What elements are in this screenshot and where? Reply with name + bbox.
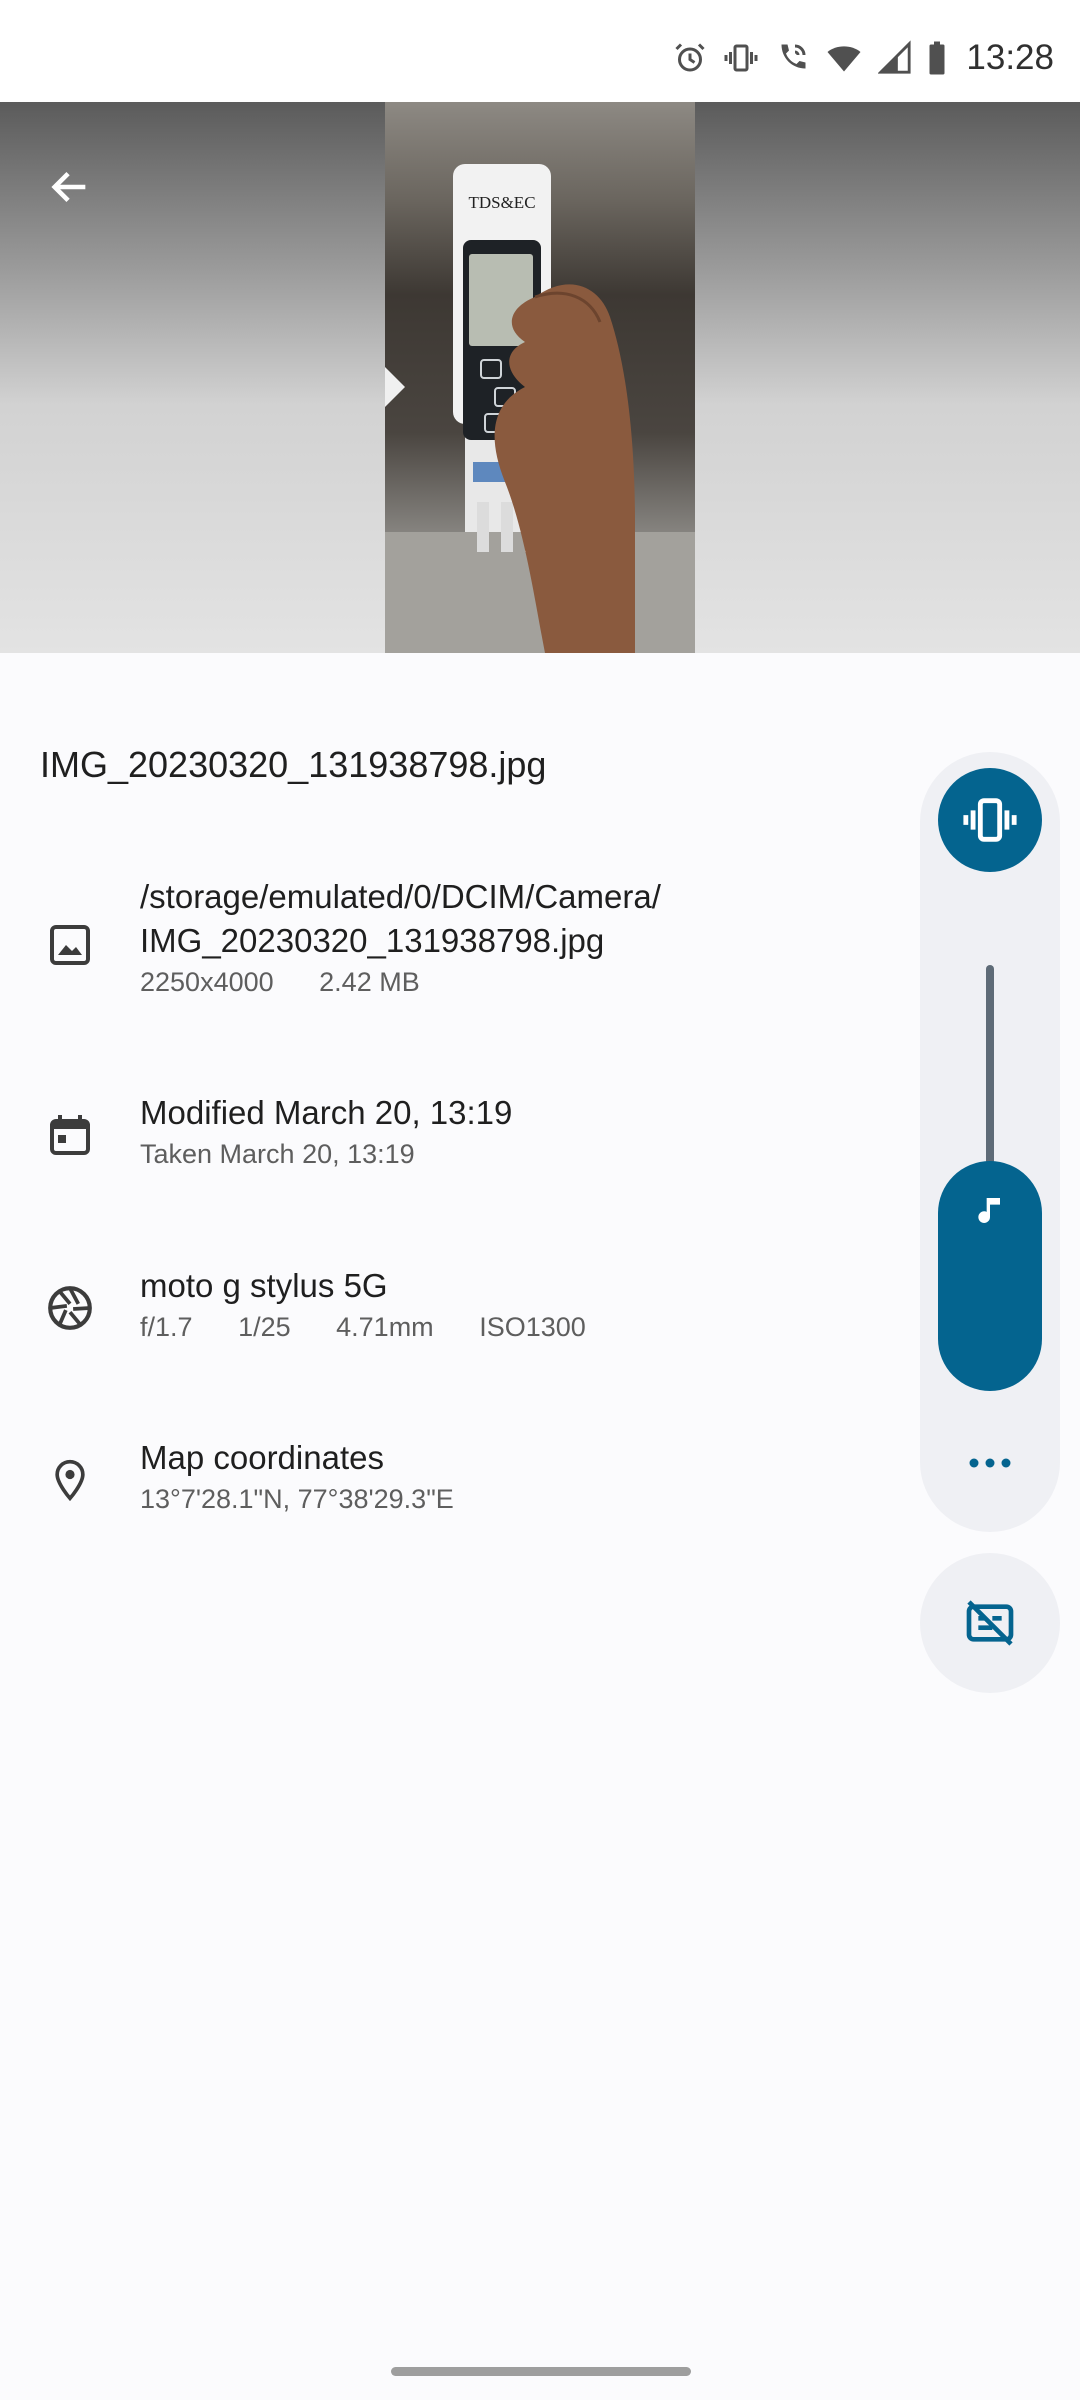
photo-header: TDS&EC bbox=[0, 102, 1080, 653]
more-dots-icon bbox=[969, 1458, 1011, 1468]
image-icon bbox=[40, 915, 100, 975]
calendar-icon bbox=[40, 1105, 100, 1165]
live-caption-button[interactable] bbox=[920, 1553, 1060, 1693]
path-row: /storage/emulated/0/DCIM/Camera/ IMG_202… bbox=[0, 875, 900, 1015]
date-row: Modified March 20, 13:19 Taken March 20,… bbox=[0, 1091, 900, 1191]
modified-date: Modified March 20, 13:19 bbox=[140, 1094, 513, 1131]
path-line-2: IMG_20230320_131938798.jpg bbox=[140, 922, 605, 959]
back-button[interactable] bbox=[40, 157, 100, 217]
photo-thumbnail[interactable]: TDS&EC bbox=[385, 102, 695, 653]
file-name: IMG_20230320_131938798.jpg bbox=[40, 744, 547, 785]
resolution: 2250x4000 bbox=[140, 967, 274, 997]
camera-row: moto g stylus 5G f/1.7 1/25 4.71mm ISO13… bbox=[0, 1264, 900, 1364]
path-line-1: /storage/emulated/0/DCIM/Camera/ bbox=[140, 878, 661, 915]
vibrate-icon bbox=[722, 40, 760, 76]
wifi-icon bbox=[824, 40, 864, 76]
captions-off-icon bbox=[966, 1600, 1014, 1646]
aperture-icon bbox=[40, 1278, 100, 1338]
location-coordinates: 13°7'28.1"N, 77°38'29.3"E bbox=[140, 1484, 454, 1514]
alarm-icon bbox=[672, 40, 708, 76]
arrow-back-icon bbox=[51, 171, 86, 203]
photo-text: TDS&EC bbox=[468, 193, 535, 212]
more-options-button[interactable] bbox=[952, 1425, 1028, 1501]
aperture-value: f/1.7 bbox=[140, 1312, 193, 1342]
location-title: Map coordinates bbox=[140, 1439, 384, 1476]
battery-icon bbox=[926, 40, 948, 76]
camera-model: moto g stylus 5G bbox=[140, 1267, 388, 1304]
wifi-calling-icon bbox=[774, 40, 810, 76]
home-indicator[interactable] bbox=[391, 2367, 691, 2376]
vibrate-icon bbox=[963, 798, 1017, 842]
music-note-icon bbox=[970, 1190, 1010, 1241]
shutter-speed: 1/25 bbox=[238, 1312, 291, 1342]
file-size: 2.42 MB bbox=[319, 967, 420, 997]
location-pin-icon bbox=[40, 1450, 100, 1510]
focal-length: 4.71mm bbox=[336, 1312, 434, 1342]
taken-date: Taken March 20, 13:19 bbox=[140, 1139, 415, 1169]
signal-icon bbox=[878, 40, 912, 76]
volume-slider-track[interactable] bbox=[986, 965, 994, 1165]
iso-value: ISO1300 bbox=[479, 1312, 586, 1342]
ringer-mode-button[interactable] bbox=[938, 768, 1042, 872]
status-time: 13:28 bbox=[966, 38, 1054, 77]
status-bar: 13:28 bbox=[0, 0, 1080, 102]
location-row[interactable]: Map coordinates 13°7'28.1"N, 77°38'29.3"… bbox=[0, 1436, 900, 1536]
